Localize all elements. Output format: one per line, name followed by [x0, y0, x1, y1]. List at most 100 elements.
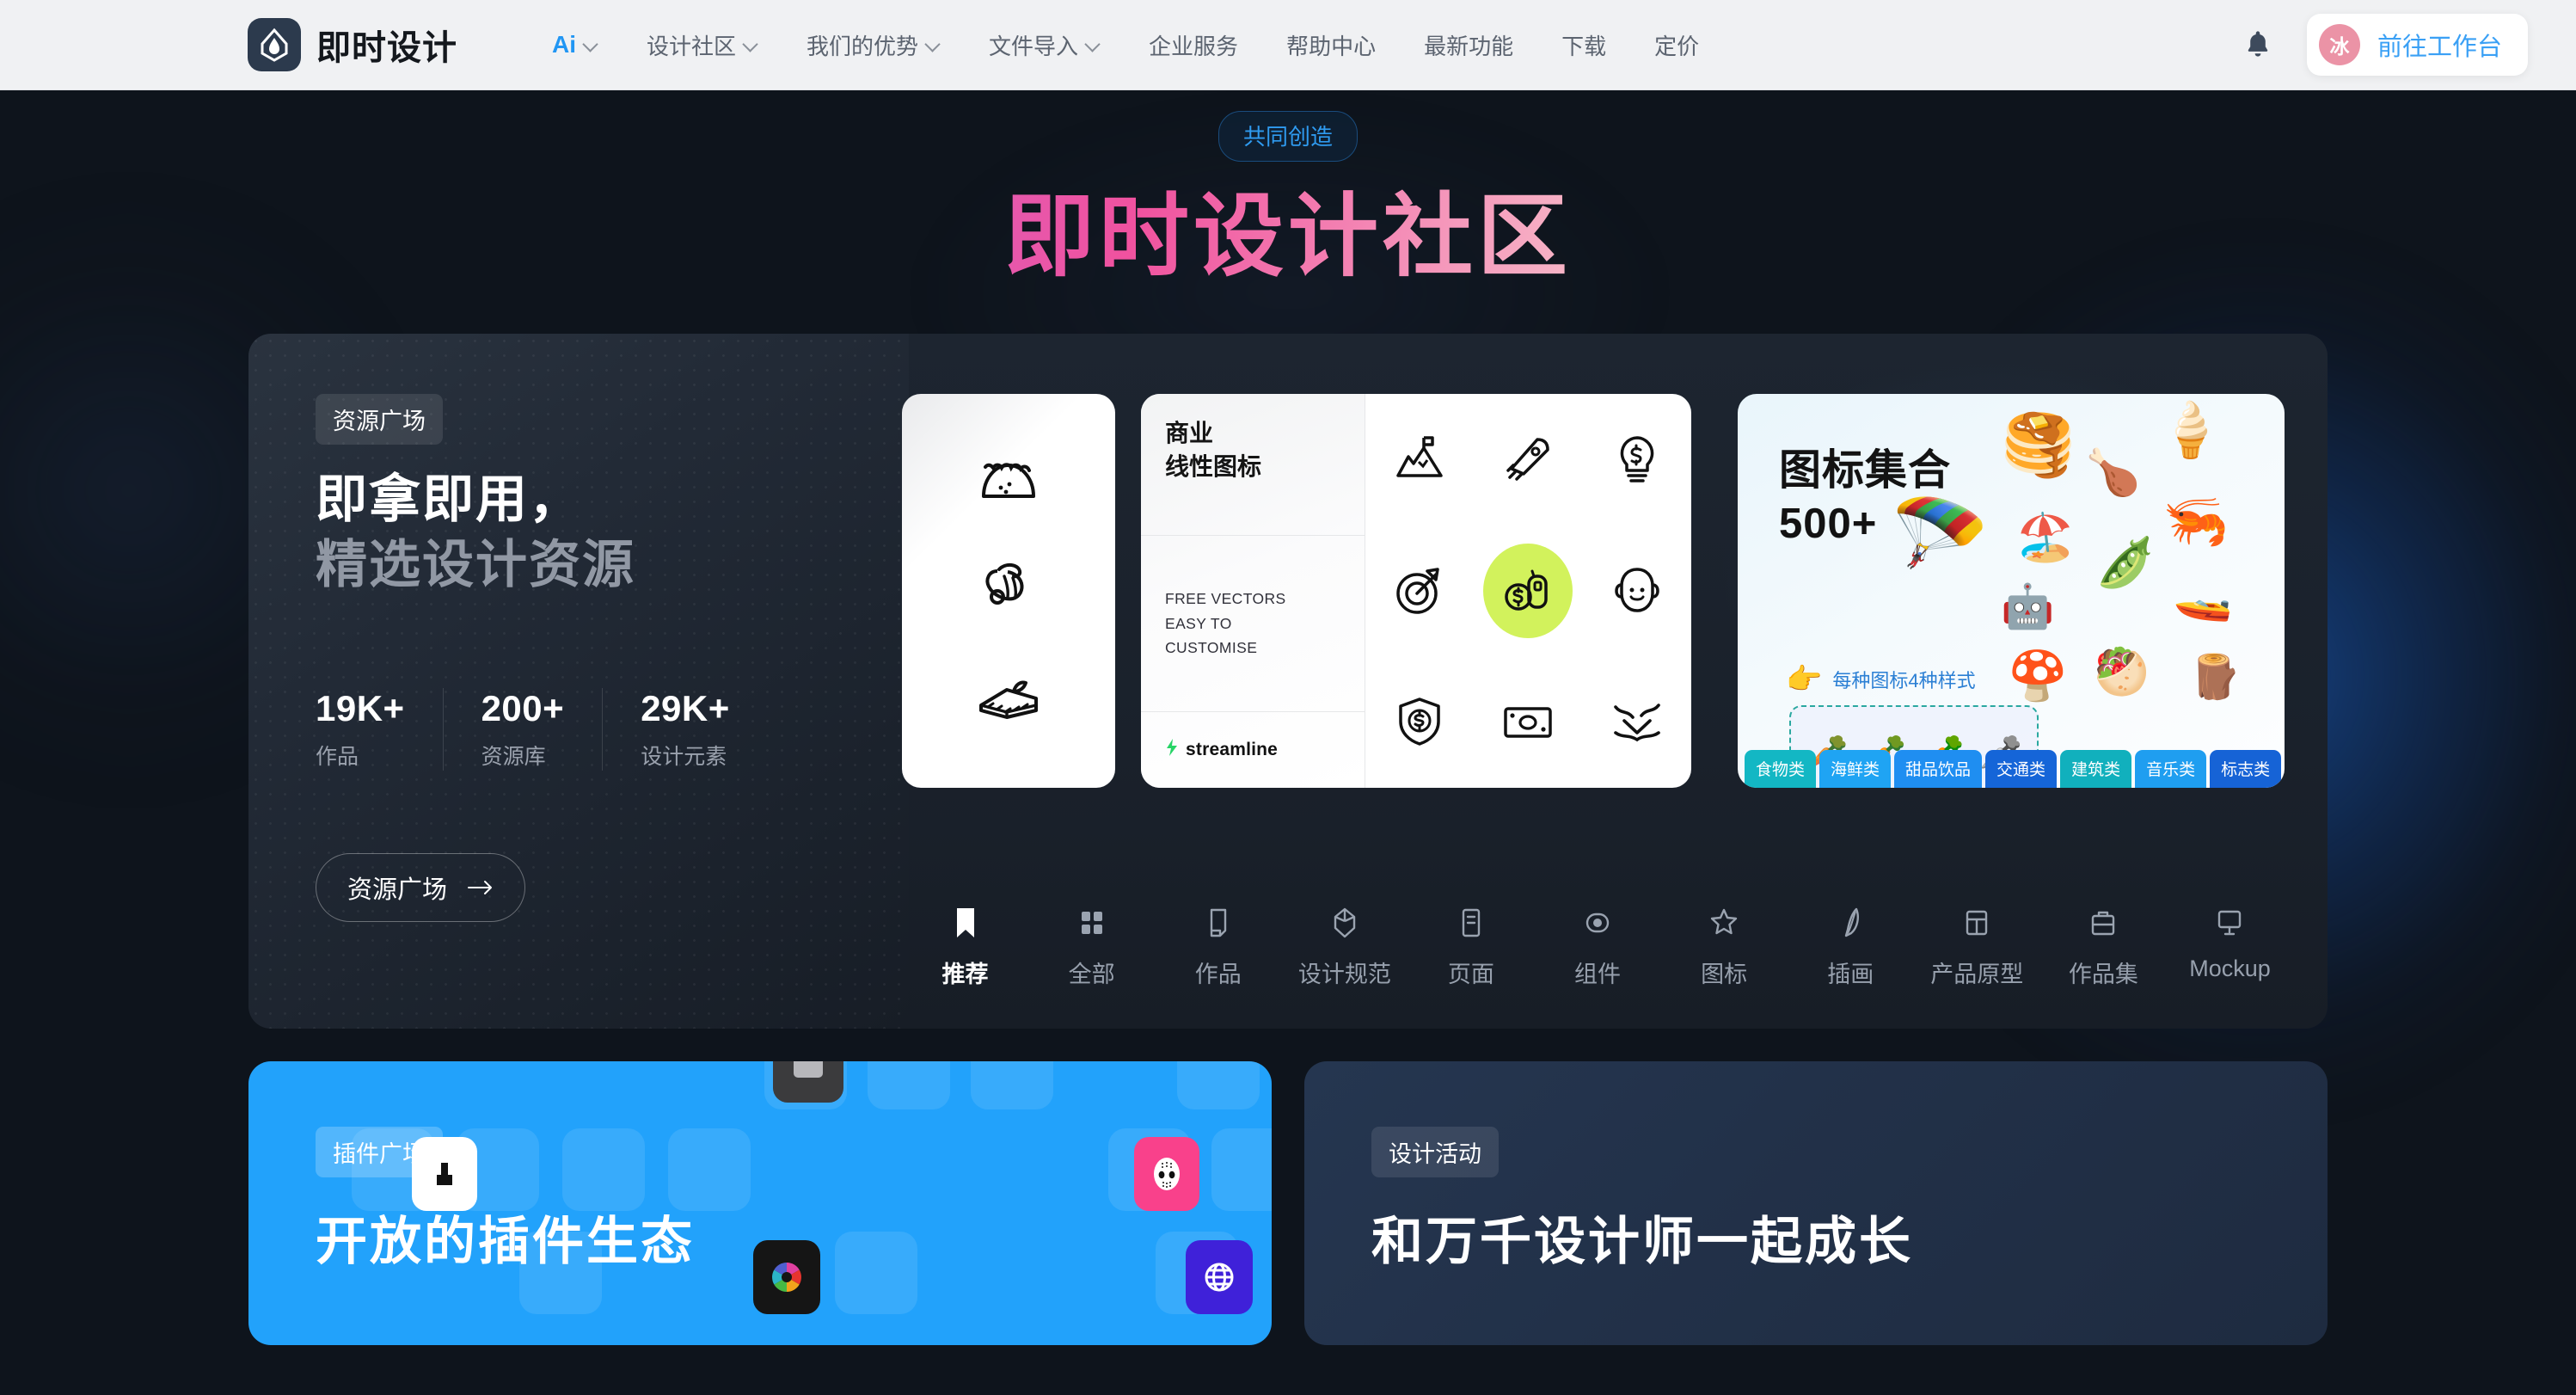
tab-design-spec[interactable]: 设计规范 — [1281, 906, 1408, 989]
beach-umbrella-icon: 🏖️ — [2016, 511, 2075, 563]
promo-heading-line1: 即拿即用， — [316, 470, 582, 528]
tab-recommended[interactable]: 推荐 — [902, 906, 1028, 989]
resource-hero-card: 资源广场 即拿即用， 精选设计资源 19K+ 作品 200+ 资源库 29K+ … — [248, 333, 2328, 1029]
page-title: 即时设计社区 — [0, 186, 2576, 289]
nav-label: 下载 — [1561, 33, 1607, 59]
plugin-icon-pink — [1134, 1136, 1199, 1211]
event-card-title: 和万千设计师一起成长 — [1371, 1212, 1913, 1270]
avatar: 冰 — [2318, 24, 2360, 65]
stat-value: 200+ — [481, 688, 565, 729]
tab-portfolio[interactable]: 作品集 — [2040, 906, 2167, 989]
money-phone-icon — [1474, 525, 1582, 656]
logo[interactable]: 即时设计 — [248, 18, 457, 71]
tab-label: Mockup — [2189, 955, 2271, 981]
boat-icon: 🚤 — [2173, 567, 2233, 622]
plugin-card-title: 开放的插件生态 — [316, 1212, 695, 1270]
chart-trend-icon — [1583, 656, 1691, 788]
chip-logo[interactable]: 标志类 — [2210, 749, 2282, 788]
tab-pages[interactable]: 页面 — [1408, 906, 1534, 989]
feather-icon — [1836, 906, 1865, 940]
logo-text: 即时设计 — [316, 29, 457, 67]
resource-plaza-button[interactable]: 资源广场 — [316, 853, 526, 923]
streamline-bolt-icon — [1165, 738, 1179, 761]
line-card-sub3: CUSTOMISE — [1165, 638, 1258, 656]
nav-label: 企业服务 — [1149, 33, 1239, 59]
chip-food[interactable]: 食物类 — [1745, 749, 1817, 788]
promo-stats: 19K+ 作品 200+ 资源库 29K+ 设计元素 — [316, 688, 909, 771]
tab-mockup[interactable]: Mockup — [2167, 906, 2293, 982]
tab-label: 页面 — [1447, 961, 1494, 987]
nav-label: 最新功能 — [1424, 33, 1514, 59]
food-icons-card[interactable] — [902, 393, 1115, 788]
nav-label: 我们的优势 — [807, 33, 919, 59]
bottom-card-row: 插件广场 开放的插件生态 设计活动 和万千设计师一起成长 — [248, 1060, 2328, 1345]
tab-components[interactable]: 组件 — [1534, 906, 1660, 989]
hero-badge: 共同创造 — [1217, 111, 1358, 162]
page-root: 即时设计 Ai 设计社区 我们的优势 文件导入 企业服务 帮助中心 最新功能 下… — [0, 0, 2576, 1395]
plugin-icon-gray — [794, 1060, 823, 1078]
tab-works[interactable]: 作品 — [1155, 906, 1281, 989]
business-line-icons-card[interactable]: 商业 线性图标 FREE VECTORS EASY TO CUSTOMISE s… — [1141, 393, 1691, 788]
bell-icon[interactable] — [2243, 28, 2272, 61]
droplet-logo-icon — [248, 18, 301, 71]
target-arrow-icon — [1365, 525, 1474, 656]
arrow-right-icon — [468, 874, 494, 902]
nav-label: Ai — [552, 31, 576, 58]
chip-dessert[interactable]: 甜品饮品 — [1894, 749, 1983, 788]
tab-icons[interactable]: 图标 — [1661, 906, 1788, 989]
nav-item-enterprise[interactable]: 企业服务 — [1125, 29, 1262, 61]
tab-label: 全部 — [1068, 961, 1115, 987]
chevron-down-icon — [744, 38, 758, 52]
tab-all[interactable]: 全部 — [1028, 906, 1155, 989]
cake-slice-icon — [976, 673, 1041, 727]
pea-pod-icon: 🫛 — [2095, 534, 2156, 589]
icon-collection-hint-text: 每种图标4种样式 — [1832, 669, 1976, 691]
category-tabs: 推荐 全部 作品 设计规范 页面 组件 图标 插画 产品原型 作品集 Mocku… — [902, 906, 2293, 989]
stat-item: 29K+ 设计元素 — [602, 688, 768, 771]
icon-category-chips: 食物类 海鲜类 甜品饮品 交通类 建筑类 音乐类 标志类 — [1745, 749, 2285, 788]
page-icon — [1457, 906, 1486, 940]
tab-label: 推荐 — [941, 961, 989, 987]
nav-item-ai[interactable]: Ai — [528, 31, 623, 58]
tab-label: 图标 — [1701, 961, 1748, 987]
tab-label: 设计规范 — [1297, 961, 1391, 987]
nav-item-community[interactable]: 设计社区 — [623, 29, 782, 61]
nav-item-pricing[interactable]: 定价 — [1630, 29, 1723, 61]
chip-music[interactable]: 音乐类 — [2135, 749, 2207, 788]
component-icon — [1583, 906, 1612, 940]
streamline-brand-name: streamline — [1186, 739, 1279, 759]
stat-value: 19K+ — [316, 688, 405, 729]
briefcase-icon — [2088, 906, 2118, 940]
plugin-plaza-card[interactable]: 插件广场 开放的插件生态 — [248, 1060, 1272, 1345]
chip-architecture[interactable]: 建筑类 — [2060, 749, 2132, 788]
nav-item-file-import[interactable]: 文件导入 — [965, 29, 1125, 61]
nav-label: 帮助中心 — [1286, 33, 1377, 59]
workbench-label: 前往工作台 — [2377, 34, 2502, 61]
nav-item-download[interactable]: 下载 — [1537, 29, 1630, 61]
go-to-workbench-button[interactable]: 冰 前往工作台 — [2306, 14, 2528, 76]
nav-item-help[interactable]: 帮助中心 — [1262, 29, 1400, 61]
nav-item-advantages[interactable]: 我们的优势 — [782, 29, 965, 61]
chip-transport[interactable]: 交通类 — [1985, 749, 2058, 788]
showcase-cards: 商业 线性图标 FREE VECTORS EASY TO CUSTOMISE s… — [902, 393, 2285, 788]
chevron-down-icon — [1086, 38, 1101, 52]
pancake-icon: 🥞 — [2001, 410, 2076, 478]
icon-collection-3d-card[interactable]: 图标集合 500+ 👉 每种图标4种样式 🥕 🥕 🥕 🥕 🥞 — [1738, 393, 2285, 788]
pointing-hand-icon: 👉 — [1786, 662, 1823, 696]
tab-prototype[interactable]: 产品原型 — [1914, 906, 2040, 989]
design-event-card[interactable]: 设计活动 和万千设计师一起成长 — [1304, 1060, 2328, 1345]
plugin-icon-colorwheel — [753, 1239, 820, 1314]
chip-seafood[interactable]: 海鲜类 — [1819, 749, 1892, 788]
layout-icon — [1962, 906, 1991, 940]
main-navigation: Ai 设计社区 我们的优势 文件导入 企业服务 帮助中心 最新功能 下载 定价 — [528, 29, 1723, 61]
bookmark-icon — [951, 906, 980, 940]
artboard-icon — [1204, 906, 1233, 940]
plugin-card-content: 插件广场 开放的插件生态 — [316, 1126, 695, 1275]
icon-collection-hint: 👉 每种图标4种样式 — [1786, 662, 1976, 697]
nav-item-whats-new[interactable]: 最新功能 — [1400, 29, 1537, 61]
tab-illustration[interactable]: 插画 — [1788, 906, 1914, 989]
line-card-subtitle-block: FREE VECTORS EASY TO CUSTOMISE — [1141, 536, 1365, 712]
promo-heading-line2: 精选设计资源 — [316, 536, 635, 594]
line-card-brand-block: streamline — [1141, 712, 1365, 788]
monitor-icon — [2215, 906, 2244, 940]
